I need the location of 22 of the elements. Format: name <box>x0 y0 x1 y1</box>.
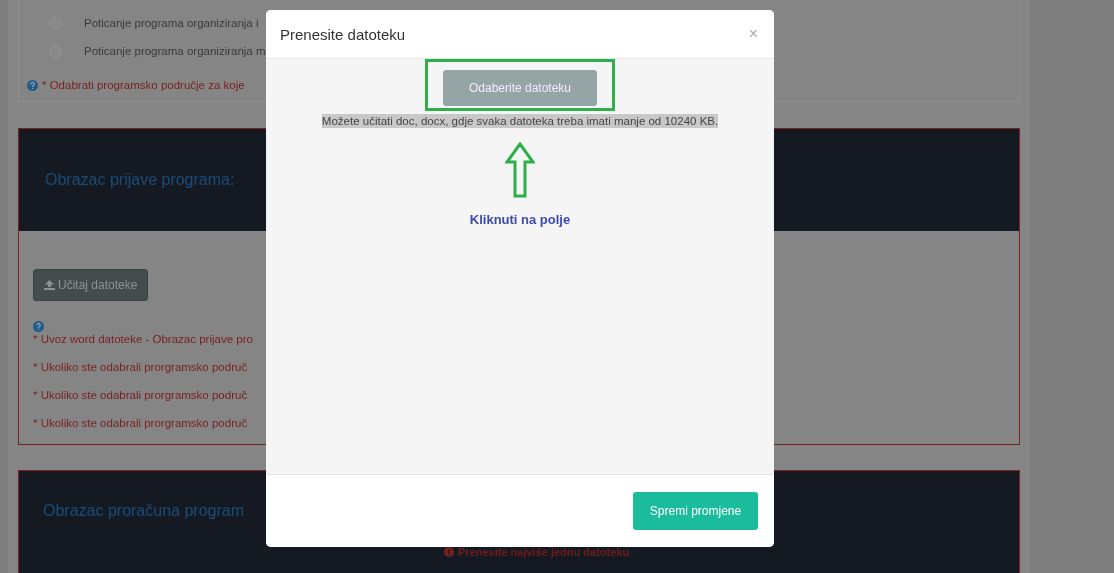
upload-button[interactable]: Učitaj datoteke <box>33 269 149 301</box>
dialog-title: Prenesite datoteku <box>280 25 406 43</box>
panel-title: Obrazac proračuna program <box>43 502 244 520</box>
note-text: * Ukoliko ste odabrali prorgramsko područ <box>33 416 248 431</box>
help-icon <box>27 79 38 91</box>
option-label: Poticanje programa organiziranja i <box>84 17 259 29</box>
option-label: Poticanje programa organiziranja m <box>84 45 266 57</box>
choose-file-button[interactable]: Odaberite datoteku <box>443 70 597 106</box>
note-text: * Ukoliko ste odabrali prorgramsko područ <box>33 359 248 375</box>
up-arrow-icon <box>505 142 535 198</box>
close-button[interactable]: × <box>746 25 760 43</box>
exclamation-icon <box>444 547 454 557</box>
info-text: Možete učitati doc, docx, gdje svaka datoteka treba imati manje od 10240 KB. <box>321 114 719 128</box>
note-text: * Ukoliko ste odabrali prorgramsko područ <box>33 388 248 403</box>
hint-text: * Odabrati programsko područje za koje <box>42 79 245 91</box>
error-text: Prenesite najviše jednu datoteku <box>458 546 630 558</box>
save-button[interactable]: Spremi promjene <box>633 492 758 530</box>
help-icon <box>33 320 44 332</box>
note-text: * Uvoz word datoteke - Obrazac prijave pro <box>33 331 253 347</box>
annotation-text: Kliknuti na polje <box>469 212 571 227</box>
panel-title: Obrazac prijave programa: <box>45 171 235 189</box>
upload-icon <box>44 279 55 290</box>
